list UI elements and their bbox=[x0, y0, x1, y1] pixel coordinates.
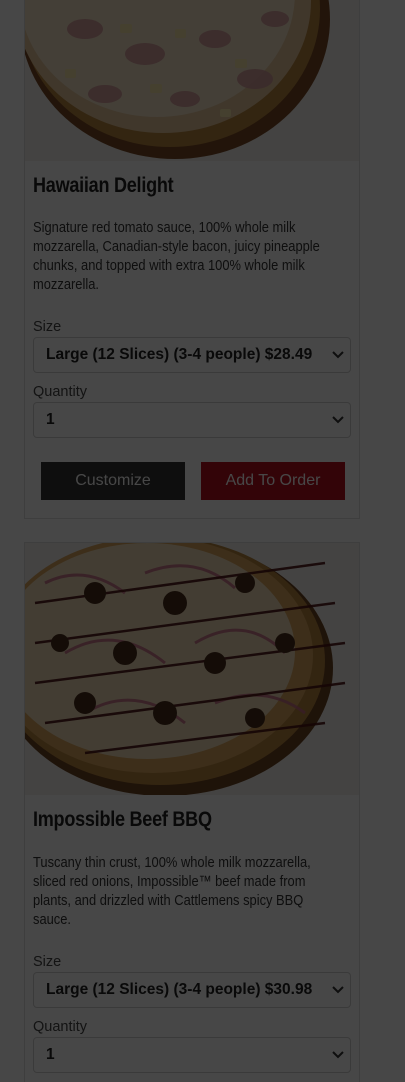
product-card-hawaiian-delight: Hawaiian Delight Signature red tomato sa… bbox=[24, 0, 360, 519]
product-card-impossible-beef-bbq: Impossible Beef BBQ Tuscany thin crust, … bbox=[24, 542, 360, 1082]
quantity-label: Quantity bbox=[33, 384, 87, 400]
chevron-down-icon bbox=[332, 351, 344, 359]
menu-page: Hawaiian Delight Signature red tomato sa… bbox=[0, 0, 405, 1082]
product-description: Tuscany thin crust, 100% whole milk mozz… bbox=[33, 854, 311, 928]
size-select-value: Large (12 Slices) (3-4 people) $28.49 bbox=[46, 346, 313, 363]
product-title: Hawaiian Delight bbox=[33, 174, 174, 197]
size-select[interactable]: Large (12 Slices) (3-4 people) $28.49 bbox=[33, 337, 351, 373]
product-description: Signature red tomato sauce, 100% whole m… bbox=[33, 219, 320, 293]
size-select-value: Large (12 Slices) (3-4 people) $30.98 bbox=[46, 981, 313, 998]
product-image-hawaiian-delight bbox=[25, 0, 359, 161]
size-label: Size bbox=[33, 319, 62, 335]
quantity-select-value: 1 bbox=[46, 411, 55, 428]
chevron-down-icon bbox=[332, 986, 344, 994]
quantity-select[interactable]: 1 bbox=[33, 1037, 351, 1073]
quantity-select[interactable]: 1 bbox=[33, 402, 351, 438]
size-select[interactable]: Large (12 Slices) (3-4 people) $30.98 bbox=[33, 972, 351, 1008]
customize-button[interactable]: Customize bbox=[41, 462, 185, 500]
size-label: Size bbox=[33, 954, 62, 970]
chevron-down-icon bbox=[332, 416, 344, 424]
product-image-impossible-beef-bbq bbox=[25, 543, 359, 795]
quantity-select-value: 1 bbox=[46, 1046, 55, 1063]
chevron-down-icon bbox=[332, 1051, 344, 1059]
add-to-order-button[interactable]: Add To Order bbox=[201, 462, 345, 500]
product-title: Impossible Beef BBQ bbox=[33, 808, 212, 831]
quantity-label: Quantity bbox=[33, 1019, 87, 1035]
